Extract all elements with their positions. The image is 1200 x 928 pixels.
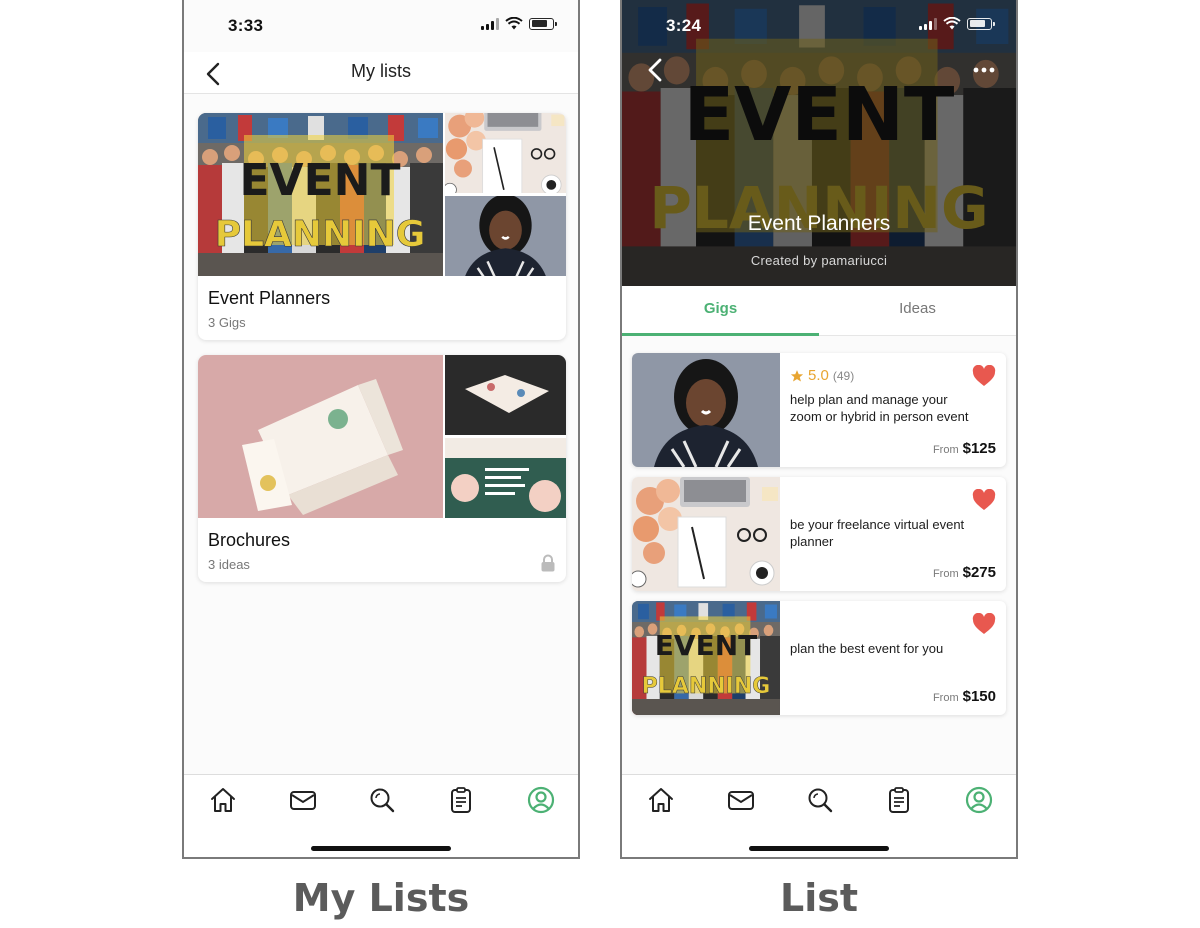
home-indicator (749, 846, 889, 851)
wifi-icon (943, 17, 961, 30)
list-collage (198, 355, 566, 518)
price-value: $275 (962, 564, 996, 581)
price-value: $125 (962, 440, 996, 457)
gig-price: From $125 (933, 440, 996, 457)
battery-icon (967, 17, 995, 30)
search-icon[interactable] (367, 785, 397, 815)
gig-banner-planning: PLANNING (642, 674, 771, 699)
gig-price: From $275 (933, 564, 996, 581)
brochure-image (445, 438, 566, 518)
status-icons (919, 17, 995, 30)
tab-gigs[interactable]: Gigs (622, 286, 819, 336)
caption-list: List (779, 876, 859, 920)
price-from-label: From (932, 568, 959, 580)
page-title: My lists (351, 61, 411, 81)
heart-icon[interactable] (972, 613, 996, 635)
signal-icon (481, 17, 499, 30)
clipboard-icon[interactable] (446, 785, 476, 815)
gig-image (632, 477, 780, 591)
clipboard-icon[interactable] (884, 785, 914, 815)
gig-image (632, 353, 780, 467)
more-icon[interactable] (970, 58, 998, 82)
status-icons (481, 17, 557, 30)
list-card-brochures[interactable]: Brochures 3 ideas (198, 355, 566, 582)
brochure-image (445, 355, 566, 435)
home-icon[interactable] (646, 785, 676, 815)
heart-icon[interactable] (972, 489, 996, 511)
list-creator: Created by pamariucci (750, 253, 888, 268)
gig-card[interactable]: EVENT PLANNING plan the best event for y… (632, 601, 1006, 715)
event-banner-image: EVENT PLANNING (198, 113, 443, 276)
battery-icon (529, 17, 557, 30)
top-nav: My lists (184, 52, 578, 94)
price-from-label: From (932, 444, 959, 456)
status-bar: 3:33 (184, 0, 578, 52)
tab-ideas-label: Ideas (899, 300, 936, 317)
status-bar: 3:24 (622, 0, 1016, 52)
gig-description: help plan and manage your zoom or hybrid… (790, 392, 969, 424)
list-title: Event Planners (208, 288, 331, 308)
desk-image (445, 113, 566, 193)
profile-icon[interactable] (964, 785, 994, 815)
mail-icon[interactable] (726, 785, 756, 815)
gig-description: plan the best event for you (790, 641, 944, 656)
rating-count: (49) (832, 368, 855, 383)
gig-banner-event: EVENT (655, 629, 757, 662)
status-time: 3:33 (228, 16, 264, 35)
lock-icon (541, 554, 555, 572)
list-card-event-planners[interactable]: EVENT PLANNING Event Planners 3 Gigs (198, 113, 566, 340)
list-title: Event Planners (747, 212, 891, 235)
signal-icon (919, 17, 937, 30)
gig-image: EVENT PLANNING (632, 601, 780, 715)
mail-icon[interactable] (288, 785, 318, 815)
banner-word-planning: PLANNING (215, 214, 426, 255)
gig-rating: 5.0 (49) (790, 367, 854, 384)
heart-icon[interactable] (972, 365, 996, 387)
list-phone: EVENT PLANNING Event Planners Created by… (620, 0, 1018, 859)
star-icon (790, 369, 804, 382)
portrait-image (445, 196, 566, 276)
status-time: 3:24 (666, 16, 702, 35)
home-icon[interactable] (208, 785, 238, 815)
my-lists-phone: 3:33 My lists EVENT PLANNING Event Plann… (182, 0, 580, 859)
list-title: Brochures (208, 530, 291, 550)
tab-ideas[interactable]: Ideas (819, 286, 1016, 336)
price-from-label: From (932, 692, 959, 704)
chevron-left-icon[interactable] (642, 54, 670, 86)
wifi-icon (505, 17, 523, 30)
list-count: 3 Gigs (208, 315, 246, 330)
list-tabs: Gigs Ideas (622, 286, 1016, 336)
price-value: $150 (962, 688, 996, 705)
caption-my-lists: My Lists (292, 876, 470, 920)
tab-gigs-label: Gigs (703, 300, 738, 317)
gig-card[interactable]: 5.0 (49) help plan and manage your zoom … (632, 353, 1006, 467)
profile-icon[interactable] (526, 785, 556, 815)
banner-word-event: EVENT (239, 155, 400, 206)
gig-card[interactable]: be your freelance virtual event planner … (632, 477, 1006, 591)
rating-score: 5.0 (808, 367, 829, 384)
list-count: 3 ideas (208, 557, 250, 572)
list-collage: EVENT PLANNING (198, 113, 566, 276)
search-icon[interactable] (805, 785, 835, 815)
brochure-image (198, 355, 443, 518)
gig-price: From $150 (933, 688, 996, 705)
gig-description: be your freelance virtual event planner (790, 517, 965, 549)
bottom-tab-bar (622, 774, 1016, 857)
bottom-tab-bar (184, 774, 578, 857)
home-indicator (311, 846, 451, 851)
tab-underline (622, 333, 819, 336)
